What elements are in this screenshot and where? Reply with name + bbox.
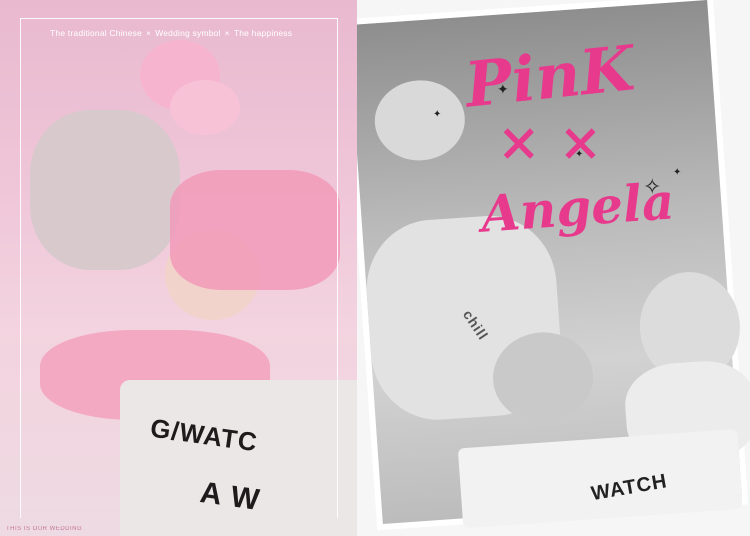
border-text: THIS IS OUR WEDDING xyxy=(6,526,83,532)
tagline-part-1: The traditional Chinese xyxy=(50,28,143,38)
tagline-separator-1: × xyxy=(146,28,152,38)
plush-toy-body xyxy=(170,80,240,135)
tagline-part-2: Wedding symbol xyxy=(155,28,221,38)
sparkle-icon: ✧ xyxy=(643,174,662,199)
title-cross: × × xyxy=(497,112,603,173)
plush-gray xyxy=(372,77,468,164)
sparkle-icon: ✦ xyxy=(575,149,584,160)
left-photo-panel: G/WATC A W The traditional Chinese × Weddi… xyxy=(0,0,357,536)
right-photo-panel: WATCH chill PinK × × Angela ✦ ✦ ✧ ✦ ✦ xyxy=(357,0,750,536)
frame-right xyxy=(337,18,338,518)
tagline-part-3: The happiness xyxy=(233,28,293,38)
sparkle-icon: ✦ xyxy=(673,167,682,178)
frame-top xyxy=(20,18,337,19)
girl-dress xyxy=(30,110,180,270)
frame-left xyxy=(20,18,21,518)
braids xyxy=(170,170,340,290)
tagline: The traditional Chinese × Wedding symbol × T… xyxy=(50,28,310,38)
tagline-separator-2: × xyxy=(224,28,230,38)
sparkle-icon: ✦ xyxy=(433,109,442,120)
photo-spread: G/WATC A W The traditional Chinese × Weddi… xyxy=(0,0,750,536)
mat-gray xyxy=(457,429,743,529)
sparkle-icon: ✦ xyxy=(497,81,509,97)
